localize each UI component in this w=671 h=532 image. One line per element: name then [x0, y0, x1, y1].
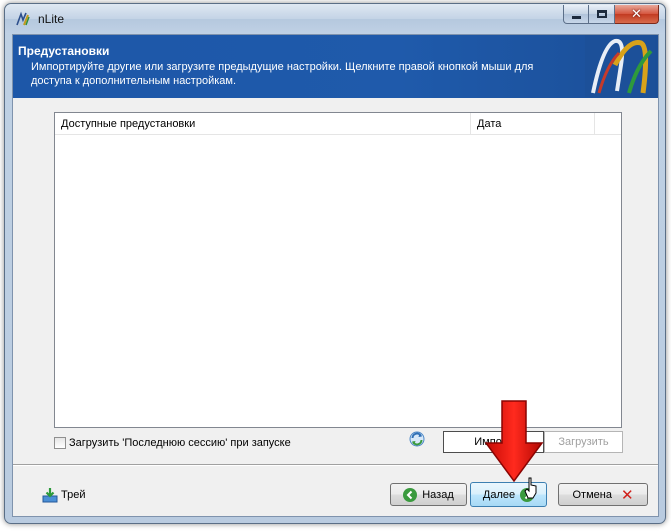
divider	[13, 464, 658, 466]
tray-button[interactable]: Трей	[42, 487, 85, 503]
list-header: Доступные предустановки Дата	[55, 113, 621, 135]
client-area: Предустановки Импортируйте другие или за…	[12, 34, 659, 517]
next-button-label: Далее	[482, 488, 516, 501]
load-last-session-option[interactable]: Загрузить 'Последнюю сессию' при запуске	[54, 436, 291, 450]
tray-icon	[42, 488, 58, 503]
presets-list[interactable]: Доступные предустановки Дата	[54, 112, 622, 428]
close-button[interactable]: ✕	[615, 5, 659, 24]
cancel-button[interactable]: Отмена ✕	[558, 483, 648, 506]
nlite-logo-icon	[585, 35, 655, 97]
app-window: nLite ✕ Предустановки Импортируйте други…	[4, 3, 666, 524]
mouse-cursor-icon	[524, 477, 537, 499]
window-title: nLite	[38, 12, 65, 26]
tray-label: Трей	[61, 489, 86, 501]
minimize-icon	[571, 15, 581, 19]
load-button-label: Загрузить	[558, 436, 609, 448]
page-title: Предустановки	[18, 44, 110, 58]
back-arrow-icon	[403, 487, 418, 502]
column-header-date[interactable]: Дата	[471, 113, 595, 135]
page-header: Предустановки Импортируйте другие или за…	[13, 35, 658, 98]
annotation-arrow-icon	[484, 400, 544, 483]
title-bar[interactable]: nLite ✕	[5, 4, 665, 34]
minimize-button[interactable]	[563, 5, 589, 24]
back-button-label: Назад	[422, 488, 454, 501]
column-header-presets[interactable]: Доступные предустановки	[55, 113, 471, 135]
load-last-session-checkbox[interactable]	[54, 437, 66, 449]
load-button[interactable]: Загрузить	[544, 431, 623, 453]
cancel-x-icon: ✕	[620, 485, 634, 504]
back-button[interactable]: Назад	[390, 483, 467, 506]
caption-buttons: ✕	[563, 5, 659, 25]
maximize-icon	[596, 10, 607, 18]
maximize-button[interactable]	[589, 5, 615, 24]
page-description: Импортируйте другие или загрузите предыд…	[31, 61, 534, 87]
nlite-app-icon[interactable]	[15, 11, 31, 27]
load-last-session-label: Загрузить 'Последнюю сессию' при запуске	[69, 437, 291, 449]
close-icon: ✕	[631, 6, 642, 22]
refresh-icon[interactable]	[409, 431, 425, 447]
cancel-button-label: Отмена	[572, 488, 612, 501]
